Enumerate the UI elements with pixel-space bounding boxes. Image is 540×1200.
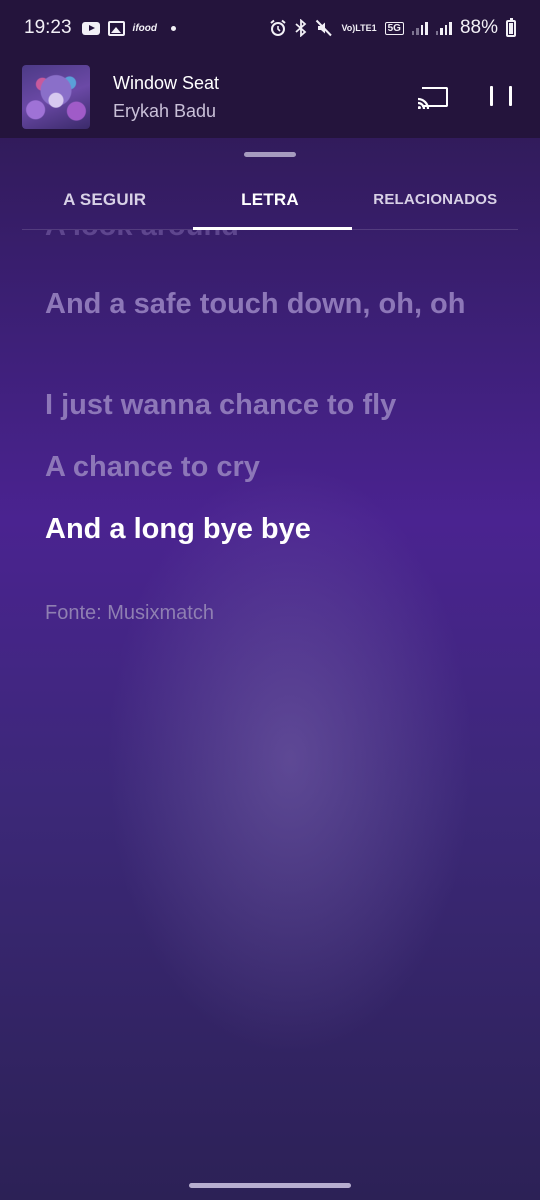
drag-handle[interactable] xyxy=(244,152,296,157)
now-playing-sheet: A SEGUIR LETRA RELACIONADOS A look aroun… xyxy=(0,142,540,1200)
gallery-icon xyxy=(107,20,125,36)
gesture-nav-pill[interactable] xyxy=(189,1183,351,1188)
battery-icon xyxy=(506,17,516,37)
ifood-icon: ifood xyxy=(132,22,157,34)
pause-icon-bar-left xyxy=(490,86,493,106)
cast-button[interactable] xyxy=(416,82,450,112)
pause-icon-bar-right xyxy=(509,86,512,106)
network-5g-indicator: 5G xyxy=(384,21,404,35)
mini-player[interactable]: Window Seat Erykah Badu xyxy=(0,56,540,138)
volte-indicator: Vo) LTE1 xyxy=(341,22,377,33)
pause-button[interactable] xyxy=(490,86,512,108)
status-bar: 19:23 ifood Vo) LTE1 5G 88% xyxy=(0,0,540,56)
signal-strength-icon xyxy=(411,21,428,35)
tab-lyrics[interactable]: LETRA xyxy=(187,170,352,230)
lyrics-panel[interactable]: A look around And a safe touch down, oh,… xyxy=(0,230,540,1130)
tab-related[interactable]: RELACIONADOS xyxy=(353,170,518,229)
lyric-line: A look around xyxy=(45,230,485,246)
lyric-line: And a safe touch down, oh, oh xyxy=(45,288,466,320)
tab-up-next[interactable]: A SEGUIR xyxy=(22,170,187,229)
bluetooth-icon xyxy=(295,19,307,37)
track-info[interactable]: Window Seat Erykah Badu xyxy=(113,73,416,122)
track-artist: Erykah Badu xyxy=(113,100,217,121)
lyric-line: I just wanna chance to fly xyxy=(45,389,397,421)
more-notifications-dot-icon xyxy=(170,25,176,31)
lyrics-source: Fonte: Musixmatch xyxy=(45,602,214,624)
youtube-icon xyxy=(81,21,100,35)
battery-percentage: 88% xyxy=(459,17,498,38)
status-time: 19:23 xyxy=(24,17,72,38)
alarm-icon xyxy=(270,19,287,36)
cast-waves-icon xyxy=(418,97,430,109)
mute-icon xyxy=(316,19,333,37)
app-screen: 19:23 ifood Vo) LTE1 5G 88% Window Seat … xyxy=(0,0,540,1200)
signal-strength-icon-2 xyxy=(435,21,452,35)
lyric-line-current: And a long bye bye xyxy=(45,513,311,545)
lyric-line: A chance to cry xyxy=(45,451,260,483)
tab-bar: A SEGUIR LETRA RELACIONADOS xyxy=(22,170,518,230)
track-title: Window Seat xyxy=(113,72,220,93)
album-art[interactable] xyxy=(22,65,90,129)
